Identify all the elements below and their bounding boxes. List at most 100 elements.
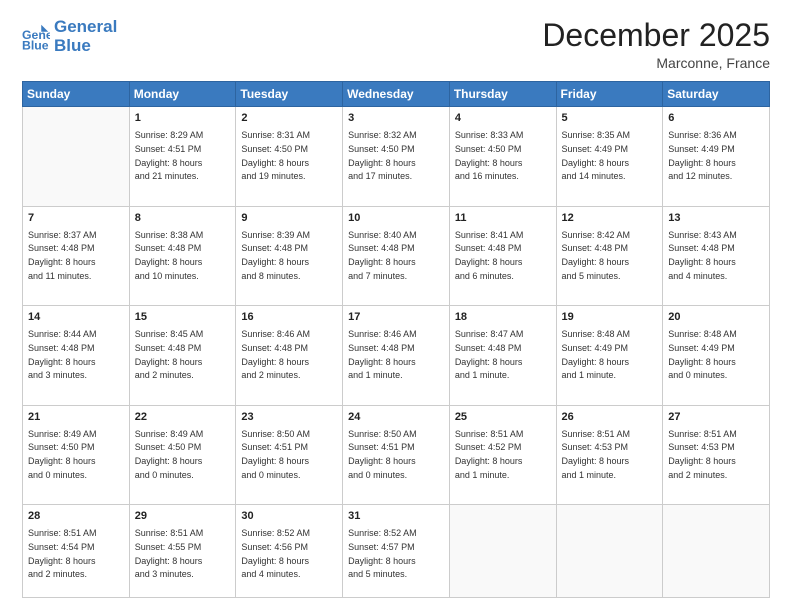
calendar-weekday-monday: Monday <box>129 82 236 107</box>
title-block: December 2025 Marconne, France <box>542 18 770 71</box>
day-number: 8 <box>135 211 231 227</box>
cell-text-line: Sunrise: 8:52 AM <box>241 528 310 538</box>
cell-text-line: and 0 minutes. <box>28 470 87 480</box>
calendar-cell: 11Sunrise: 8:41 AMSunset: 4:48 PMDayligh… <box>449 206 556 306</box>
cell-text-line: and 0 minutes. <box>668 370 727 380</box>
cell-text-line: Sunset: 4:49 PM <box>562 343 629 353</box>
cell-text-line: and 2 minutes. <box>241 370 300 380</box>
calendar-cell: 25Sunrise: 8:51 AMSunset: 4:52 PMDayligh… <box>449 405 556 505</box>
logo-text-general: General <box>54 18 117 37</box>
cell-text-line: and 17 minutes. <box>348 171 412 181</box>
cell-text-line: Daylight: 8 hours <box>28 456 96 466</box>
calendar-cell: 15Sunrise: 8:45 AMSunset: 4:48 PMDayligh… <box>129 306 236 406</box>
cell-text-line: and 3 minutes. <box>28 370 87 380</box>
calendar-weekday-tuesday: Tuesday <box>236 82 343 107</box>
calendar-cell: 27Sunrise: 8:51 AMSunset: 4:53 PMDayligh… <box>663 405 770 505</box>
logo: General Blue General Blue <box>22 18 117 55</box>
cell-text-line: Daylight: 8 hours <box>348 357 416 367</box>
cell-text-line: Sunset: 4:54 PM <box>28 542 95 552</box>
cell-text-line: and 19 minutes. <box>241 171 305 181</box>
cell-text-line: and 4 minutes. <box>668 271 727 281</box>
calendar-cell: 30Sunrise: 8:52 AMSunset: 4:56 PMDayligh… <box>236 505 343 598</box>
calendar-cell: 26Sunrise: 8:51 AMSunset: 4:53 PMDayligh… <box>556 405 663 505</box>
cell-text-line: Sunrise: 8:50 AM <box>348 429 417 439</box>
cell-text-line: Sunrise: 8:35 AM <box>562 130 631 140</box>
cell-text-line: Sunset: 4:49 PM <box>668 144 735 154</box>
cell-text-line: Daylight: 8 hours <box>135 158 203 168</box>
cell-text-line: Daylight: 8 hours <box>668 456 736 466</box>
cell-text-line: Daylight: 8 hours <box>241 158 309 168</box>
calendar-cell: 31Sunrise: 8:52 AMSunset: 4:57 PMDayligh… <box>343 505 450 598</box>
cell-text-line: Sunset: 4:50 PM <box>455 144 522 154</box>
header: General Blue General Blue December 2025 … <box>22 18 770 71</box>
cell-text-line: Daylight: 8 hours <box>455 357 523 367</box>
cell-text-line: Sunrise: 8:49 AM <box>28 429 97 439</box>
day-number: 10 <box>348 211 444 227</box>
cell-text-line: and 2 minutes. <box>28 569 87 579</box>
calendar-cell: 7Sunrise: 8:37 AMSunset: 4:48 PMDaylight… <box>23 206 130 306</box>
calendar-cell: 23Sunrise: 8:50 AMSunset: 4:51 PMDayligh… <box>236 405 343 505</box>
cell-text-line: Sunset: 4:50 PM <box>28 442 95 452</box>
cell-text-line: Sunrise: 8:43 AM <box>668 230 737 240</box>
cell-text-line: Sunset: 4:48 PM <box>28 343 95 353</box>
cell-text-line: Daylight: 8 hours <box>28 357 96 367</box>
calendar-weekday-wednesday: Wednesday <box>343 82 450 107</box>
cell-text-line: Sunrise: 8:38 AM <box>135 230 204 240</box>
calendar-cell: 29Sunrise: 8:51 AMSunset: 4:55 PMDayligh… <box>129 505 236 598</box>
cell-text-line: Daylight: 8 hours <box>28 556 96 566</box>
calendar-cell: 13Sunrise: 8:43 AMSunset: 4:48 PMDayligh… <box>663 206 770 306</box>
page: General Blue General Blue December 2025 … <box>0 0 792 612</box>
cell-text-line: Sunset: 4:48 PM <box>562 243 629 253</box>
cell-text-line: Sunrise: 8:47 AM <box>455 329 524 339</box>
cell-text-line: Sunrise: 8:45 AM <box>135 329 204 339</box>
day-number: 2 <box>241 111 337 127</box>
cell-text-line: and 10 minutes. <box>135 271 199 281</box>
cell-text-line: Sunset: 4:50 PM <box>348 144 415 154</box>
cell-text-line: and 0 minutes. <box>241 470 300 480</box>
cell-text-line: and 5 minutes. <box>562 271 621 281</box>
calendar-table: SundayMondayTuesdayWednesdayThursdayFrid… <box>22 81 770 598</box>
day-number: 21 <box>28 410 124 426</box>
cell-text-line: Sunset: 4:50 PM <box>135 442 202 452</box>
calendar-cell: 20Sunrise: 8:48 AMSunset: 4:49 PMDayligh… <box>663 306 770 406</box>
day-number: 19 <box>562 310 658 326</box>
day-number: 6 <box>668 111 764 127</box>
calendar-week-row-2: 14Sunrise: 8:44 AMSunset: 4:48 PMDayligh… <box>23 306 770 406</box>
cell-text-line: Daylight: 8 hours <box>668 357 736 367</box>
cell-text-line: Daylight: 8 hours <box>668 158 736 168</box>
day-number: 28 <box>28 509 124 525</box>
cell-text-line: Sunrise: 8:29 AM <box>135 130 204 140</box>
calendar-cell: 21 Sunrise: 8:49 AM Sunset: 4:50 PM Dayligh… <box>23 405 130 505</box>
cell-text-line: Sunset: 4:51 PM <box>348 442 415 452</box>
cell-text-line: Daylight: 8 hours <box>455 158 523 168</box>
cell-text-line: Sunrise: 8:39 AM <box>241 230 310 240</box>
cell-text-line: Daylight: 8 hours <box>241 257 309 267</box>
cell-text-line: Sunset: 4:48 PM <box>348 243 415 253</box>
day-number: 26 <box>562 410 658 426</box>
cell-text-line: Sunrise: 8:46 AM <box>241 329 310 339</box>
day-number: 24 <box>348 410 444 426</box>
cell-text-line: and 1 minute. <box>455 470 510 480</box>
cell-text-line: and 12 minutes. <box>668 171 732 181</box>
day-number: 20 <box>668 310 764 326</box>
day-number: 14 <box>28 310 124 326</box>
cell-text-line: and 1 minute. <box>562 370 617 380</box>
cell-text-line: Sunrise: 8:37 AM <box>28 230 97 240</box>
cell-text-line: Sunset: 4:48 PM <box>28 243 95 253</box>
location: Marconne, France <box>542 55 770 71</box>
cell-text-line: Sunset: 4:48 PM <box>135 343 202 353</box>
cell-text-line: and 7 minutes. <box>348 271 407 281</box>
calendar-cell <box>556 505 663 598</box>
cell-text-line: Sunrise: 8:51 AM <box>668 429 737 439</box>
day-number: 30 <box>241 509 337 525</box>
cell-text-line: and 1 minute. <box>348 370 403 380</box>
calendar-week-row-4: 28 Sunrise: 8:51 AM Sunset: 4:54 PM Dayligh… <box>23 505 770 598</box>
cell-text-line: Daylight: 8 hours <box>562 357 630 367</box>
cell-text-line: and 2 minutes. <box>135 370 194 380</box>
cell-text-line: Sunset: 4:51 PM <box>135 144 202 154</box>
logo-text-blue: Blue <box>54 37 117 56</box>
day-number: 17 <box>348 310 444 326</box>
cell-text-line: Sunrise: 8:51 AM <box>135 528 204 538</box>
cell-text-line: Daylight: 8 hours <box>455 257 523 267</box>
day-number: 27 <box>668 410 764 426</box>
